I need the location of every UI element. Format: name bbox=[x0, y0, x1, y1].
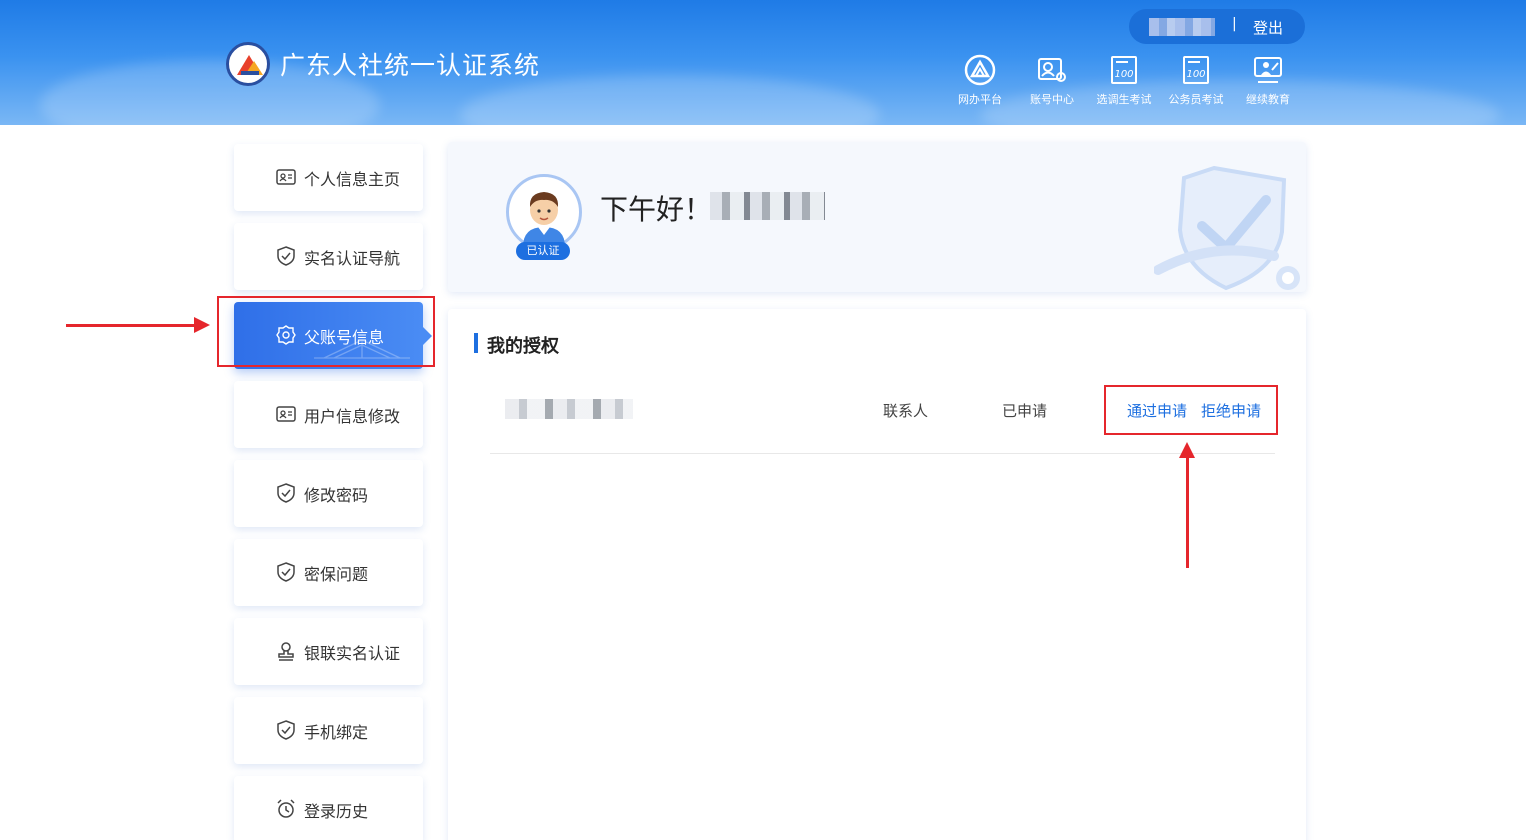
shield-check-icon bbox=[277, 720, 295, 740]
top-header: 广东人社统一认证系统 | 登出 网办平台 账号中心 100 选调生考试 100 … bbox=[0, 0, 1526, 125]
sidebar-item-label: 实名认证导航 bbox=[304, 249, 401, 268]
nav-item-continuing-education[interactable]: 继续教育 bbox=[1232, 54, 1304, 107]
account-center-icon bbox=[1038, 58, 1066, 82]
shield-decoration-icon bbox=[1154, 165, 1300, 291]
nav-item-label: 网办平台 bbox=[958, 93, 1002, 106]
svg-text:100: 100 bbox=[1186, 69, 1205, 80]
user-avatar-icon bbox=[510, 178, 578, 247]
annotation-arrow-up bbox=[1179, 442, 1195, 568]
shield-check-icon bbox=[277, 483, 295, 503]
nav-item-label: 选调生考试 bbox=[1096, 93, 1152, 106]
sidebar-item-label: 用户信息修改 bbox=[304, 407, 401, 426]
alarm-clock-icon bbox=[277, 799, 295, 818]
top-nav: 网办平台 账号中心 100 选调生考试 100 公务员考试 继续教育 bbox=[952, 54, 1302, 114]
nav-item-account-center[interactable]: 账号中心 bbox=[1016, 54, 1088, 107]
sidebar-item-change-password[interactable]: 修改密码 bbox=[234, 460, 423, 527]
username-masked bbox=[710, 192, 825, 220]
requester-name-masked bbox=[505, 399, 633, 419]
sidebar-item-phone-binding[interactable]: 手机绑定 bbox=[234, 697, 423, 764]
row-role: 联系人 bbox=[883, 402, 929, 420]
nav-item-label: 继续教育 bbox=[1246, 93, 1290, 106]
username-masked bbox=[1149, 18, 1215, 36]
sidebar-item-label: 密保问题 bbox=[304, 565, 369, 584]
sidebar-item-label: 个人信息主页 bbox=[304, 170, 401, 189]
greeting-text: 下午好！ bbox=[600, 193, 713, 226]
nav-item-civil-service-exam[interactable]: 100 公务员考试 bbox=[1160, 54, 1232, 107]
system-logo-icon bbox=[226, 42, 270, 86]
annotation-arrow-right bbox=[66, 317, 210, 333]
system-title: 广东人社统一认证系统 bbox=[280, 51, 541, 80]
avatar bbox=[506, 174, 582, 250]
sidebar-item-realname-nav[interactable]: 实名认证导航 bbox=[234, 223, 423, 290]
user-menu: | 登出 bbox=[1129, 9, 1305, 44]
sidebar-item-personal-home[interactable]: 个人信息主页 bbox=[234, 144, 423, 211]
nav-item-label: 公务员考试 bbox=[1168, 93, 1224, 106]
annotation-highlight-actions bbox=[1104, 385, 1278, 435]
row-status: 已申请 bbox=[1002, 402, 1048, 420]
sidebar-item-label: 银联实名认证 bbox=[304, 644, 401, 663]
annotation-highlight-sidebar bbox=[217, 296, 435, 367]
sidebar-item-label: 手机绑定 bbox=[304, 723, 369, 742]
sidebar-item-label: 修改密码 bbox=[304, 486, 369, 505]
id-card-icon bbox=[276, 406, 296, 422]
section-title-bar bbox=[474, 333, 478, 353]
exam-100-icon: 100 bbox=[1183, 56, 1209, 84]
svg-text:100: 100 bbox=[1114, 69, 1133, 80]
sidebar-item-label: 登录历史 bbox=[304, 802, 369, 821]
logout-link[interactable]: 登出 bbox=[1253, 17, 1283, 38]
exam-100-icon: 100 bbox=[1111, 56, 1137, 84]
service-platform-icon bbox=[964, 54, 996, 86]
shield-check-icon bbox=[277, 562, 295, 582]
sidebar-item-login-history[interactable]: 登录历史 bbox=[234, 776, 423, 840]
nav-item-selection-exam[interactable]: 100 选调生考试 bbox=[1088, 54, 1160, 107]
nav-item-label: 账号中心 bbox=[1030, 93, 1074, 106]
sidebar-item-unionpay-auth[interactable]: 银联实名认证 bbox=[234, 618, 423, 685]
header-cloud-decoration bbox=[460, 75, 880, 125]
row-divider bbox=[490, 453, 1275, 454]
stamp-icon bbox=[278, 642, 294, 661]
verified-badge: 已认证 bbox=[516, 242, 570, 260]
section-title: 我的授权 bbox=[487, 336, 559, 357]
id-card-icon bbox=[276, 169, 296, 185]
education-icon bbox=[1254, 57, 1282, 83]
user-menu-separator: | bbox=[1232, 16, 1237, 32]
shield-check-icon bbox=[277, 246, 295, 266]
welcome-card: 已认证 下午好！ bbox=[448, 142, 1306, 292]
sidebar-item-security-question[interactable]: 密保问题 bbox=[234, 539, 423, 606]
nav-item-service-platform[interactable]: 网办平台 bbox=[944, 54, 1016, 107]
sidebar-item-user-info-edit[interactable]: 用户信息修改 bbox=[234, 381, 423, 448]
